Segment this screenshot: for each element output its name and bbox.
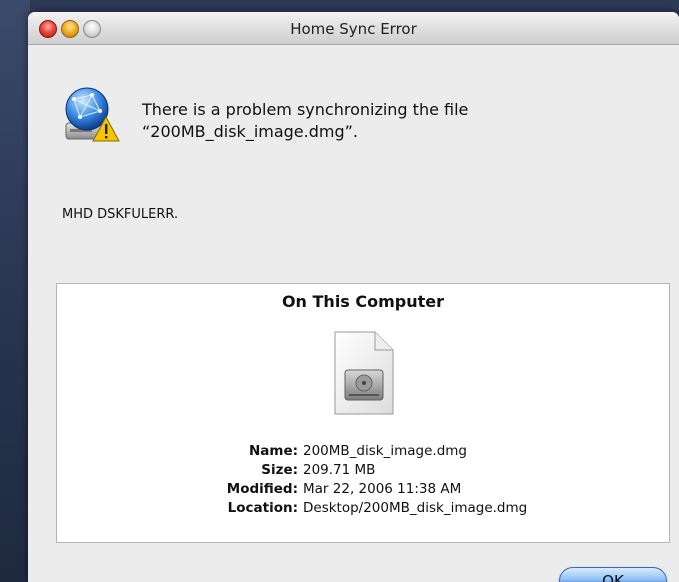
- file-info-panel: On This Computer Name: 200MB_disk_image.…: [56, 283, 670, 543]
- file-info-list: Name: 200MB_disk_image.dmg Size: 209.71 …: [57, 442, 669, 518]
- file-info-row: Name: 200MB_disk_image.dmg: [57, 442, 669, 461]
- network-home-warning-icon: [65, 87, 120, 142]
- ok-button[interactable]: OK: [559, 567, 667, 582]
- file-info-row: Size: 209.71 MB: [57, 461, 669, 480]
- modified-value: Mar 22, 2006 11:38 AM: [303, 481, 462, 497]
- alert-message-line2: “200MB_disk_image.dmg”.: [142, 122, 359, 141]
- file-info-row: Modified: Mar 22, 2006 11:38 AM: [57, 480, 669, 499]
- disk-image-file-icon: [334, 331, 394, 415]
- name-label: Name:: [248, 443, 298, 459]
- size-value: 209.71 MB: [303, 462, 376, 478]
- alert-message: There is a problem synchronizing the fil…: [142, 99, 468, 143]
- file-info-row: Location: Desktop/200MB_disk_image.dmg: [57, 499, 669, 518]
- home-sync-error-dialog: Home Sync Error There is a problem synch…: [28, 12, 679, 582]
- title-bar[interactable]: Home Sync Error: [28, 12, 679, 45]
- panel-title: On This Computer: [281, 292, 445, 311]
- desktop-background: [0, 0, 30, 582]
- name-value: 200MB_disk_image.dmg: [303, 443, 467, 459]
- dialog-content: There is a problem synchronizing the fil…: [28, 45, 679, 582]
- alert-message-line1: There is a problem synchronizing the fil…: [142, 100, 469, 119]
- location-label: Location:: [227, 500, 298, 516]
- size-label: Size:: [261, 462, 298, 478]
- modified-label: Modified:: [226, 481, 298, 497]
- location-value: Desktop/200MB_disk_image.dmg: [303, 500, 528, 516]
- error-code: MHD DSKFULERR.: [62, 207, 179, 222]
- window-title: Home Sync Error: [290, 20, 417, 38]
